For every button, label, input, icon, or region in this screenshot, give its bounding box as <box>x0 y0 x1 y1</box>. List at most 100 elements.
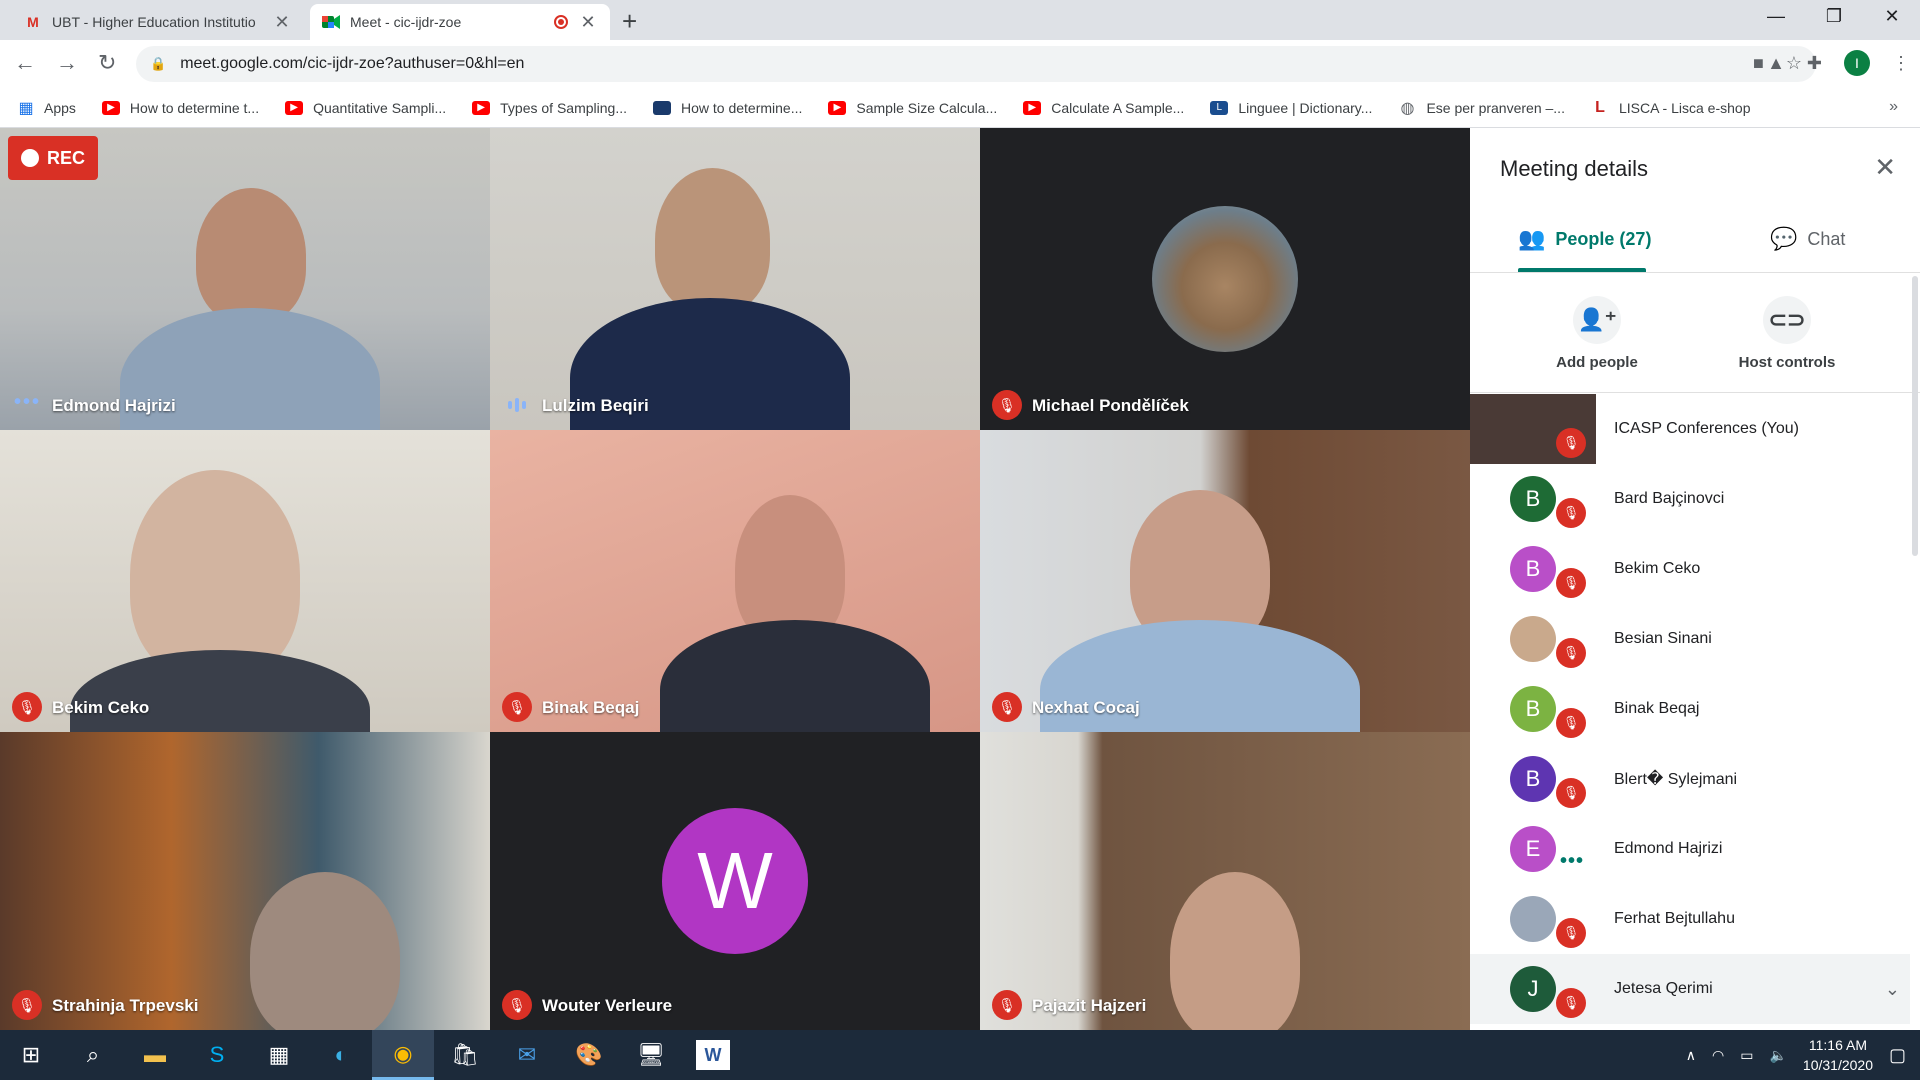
paint-icon[interactable]: 🎨 <box>558 1030 620 1080</box>
back-icon[interactable]: ← <box>14 50 36 76</box>
add-people-label: Add people <box>1556 354 1638 371</box>
participant-avatar <box>1510 616 1556 662</box>
chevron-down-icon[interactable]: ⌄ <box>1885 979 1900 1000</box>
host-controls-label: Host controls <box>1738 354 1836 371</box>
participant-list: 🎙 ICASP Conferences (You) B 🎙 Bard Bajçi… <box>1470 394 1910 1024</box>
bookmark-label: LISCA - Lisca e-shop <box>1618 99 1751 116</box>
bookmark-item[interactable]: ▶ Calculate A Sample... <box>1023 100 1184 116</box>
bookmark-label: How to determine t... <box>129 99 260 116</box>
globe-icon: ◍ <box>1400 99 1415 117</box>
participant-row[interactable]: 🎙 Ferhat Bejtullahu <box>1470 884 1910 954</box>
add-person-icon: 👤⁺ <box>1573 296 1621 344</box>
video-tile[interactable]: W 🎙 Wouter Verleure <box>490 732 980 1030</box>
muted-mic-icon: 🎙 <box>12 990 42 1020</box>
tab-chat-label: Chat <box>1807 228 1846 249</box>
video-tile[interactable]: 🎙 Nexhat Cocaj <box>980 430 1470 732</box>
bookmark-item[interactable]: L LISCA - Lisca e-shop <box>1591 98 1751 116</box>
video-tile[interactable]: 🎙 Bekim Ceko <box>0 430 490 732</box>
reload-icon[interactable]: ↻ <box>98 50 116 76</box>
video-tile[interactable]: 🎙 Michael Pondělíček <box>980 128 1470 430</box>
add-people-button[interactable]: 👤⁺ Add people <box>1522 296 1672 371</box>
forward-icon[interactable]: → <box>56 50 78 76</box>
bookmark-item[interactable]: ▶ How to determine t... <box>101 99 260 116</box>
close-tab-icon[interactable]: ✕ <box>578 12 598 33</box>
tab-meet[interactable]: Meet - cic-ijdr-zoe ✕ <box>310 4 610 40</box>
app-icon[interactable]: 🖥 <box>620 1030 682 1080</box>
bookmarks-bar: ▦ Apps ▶ How to determine t... ▶ Quantitati… <box>0 88 1920 128</box>
bookmark-item[interactable]: L Linguee | Dictionary... <box>1210 100 1372 116</box>
new-tab-icon[interactable]: + <box>622 6 637 37</box>
battery-icon[interactable]: ▭ <box>1740 1047 1753 1064</box>
url-text: meet.google.com/cic-ijdr-zoe?authuser=0&… <box>180 55 525 72</box>
host-controls-button[interactable]: ⊂⊃ Host controls <box>1712 296 1862 371</box>
skype-icon[interactable]: S <box>186 1030 248 1080</box>
participant-row[interactable]: 🎙 Besian Sinani <box>1470 604 1910 674</box>
bookmark-item[interactable]: ◍ Ese per pranveren –... <box>1398 99 1565 117</box>
chevron-up-icon[interactable]: ∧ <box>1686 1047 1696 1064</box>
rec-label: REC <box>46 147 85 168</box>
participant-row[interactable]: 🎙 ICASP Conferences (You) <box>1470 394 1910 464</box>
tab-gmail[interactable]: M UBT - Higher Education Institutio ✕ <box>12 4 304 40</box>
bookmark-label: Quantitative Sampli... <box>313 99 447 116</box>
clock[interactable]: 11:16 AM 10/31/2020 <box>1803 1035 1873 1075</box>
tab-chat[interactable]: 💬 Chat <box>1770 226 1845 252</box>
lisca-icon: L <box>1595 98 1605 116</box>
participant-row[interactable]: B 🎙 Blert� Sylejmani <box>1470 744 1910 814</box>
close-window-icon[interactable]: ✕ <box>1872 6 1912 27</box>
bookmark-item[interactable]: ▶ Types of Sampling... <box>472 100 627 116</box>
video-tile[interactable]: 🎙 Pajazit Hajzeri <box>980 732 1470 1030</box>
video-tile[interactable]: Lulzim Beqiri <box>490 128 980 430</box>
participant-row[interactable]: E ••• Edmond Hajrizi <box>1470 814 1910 884</box>
chat-icon: 💬 <box>1770 226 1798 251</box>
mail-icon[interactable]: ✉ <box>496 1030 558 1080</box>
participant-name: Blert� Sylejmani <box>1614 771 1738 788</box>
bookmark-item[interactable]: ▶ Quantitative Sampli... <box>285 100 446 116</box>
more-bookmarks-icon[interactable]: » <box>1889 98 1898 116</box>
volume-icon[interactable]: 🔈 <box>1769 1047 1786 1064</box>
bookmark-item[interactable]: How to determine... <box>653 100 802 116</box>
video-tile[interactable]: 🎙 Binak Beqaj <box>490 430 980 732</box>
more-dots-icon: ••• <box>14 391 42 413</box>
tab-people[interactable]: 👥 People (27) <box>1518 226 1651 252</box>
lock-icon[interactable]: 🔒 <box>150 56 166 72</box>
word-icon[interactable]: W <box>696 1040 730 1070</box>
bookmark-apps[interactable]: ▦ Apps <box>18 100 75 117</box>
linguee-icon: L <box>1210 100 1229 115</box>
muted-mic-icon: 🎙 <box>992 990 1022 1020</box>
close-panel-icon[interactable]: ✕ <box>1874 152 1896 183</box>
participant-row[interactable]: B 🎙 Binak Beqaj <box>1470 674 1910 744</box>
muted-mic-icon: 🎙 <box>1556 498 1586 528</box>
store-icon[interactable]: 🛍 <box>434 1030 496 1080</box>
close-tab-icon[interactable]: ✕ <box>272 12 292 33</box>
search-icon[interactable]: ⌕ <box>62 1030 124 1080</box>
calculator-icon[interactable]: ▦ <box>248 1030 310 1080</box>
chrome-icon[interactable]: ◉ <box>372 1030 434 1080</box>
menu-icon[interactable]: ⋮ <box>1892 53 1910 74</box>
notifications-icon[interactable]: ▢ <box>1889 1045 1906 1066</box>
participant-row[interactable]: B 🎙 Bard Bajçinovci <box>1470 464 1910 534</box>
bookmark-item[interactable]: ▶ Sample Size Calcula... <box>828 100 997 116</box>
wifi-icon[interactable]: ◠ <box>1712 1047 1724 1064</box>
participant-name: Binak Beqaj <box>542 698 640 717</box>
scrollbar[interactable] <box>1912 276 1918 556</box>
extensions-icon[interactable]: ✚ <box>1807 53 1822 74</box>
people-icon: 👥 <box>1518 226 1546 251</box>
profile-avatar[interactable]: I <box>1844 50 1870 76</box>
participant-row[interactable]: B 🎙 Bekim Ceko <box>1470 534 1910 604</box>
camera-icon[interactable]: ■ <box>1753 53 1764 74</box>
participant-row[interactable]: J 🎙 Jetesa Qerimi ⌄ <box>1470 954 1910 1024</box>
drive-icon[interactable]: ▲ <box>1767 53 1785 74</box>
toggle-icon: ⊂⊃ <box>1763 296 1811 344</box>
video-tile[interactable]: 🎙 Strahinja Trpevski <box>0 732 490 1030</box>
restore-icon[interactable]: ❐ <box>1814 6 1854 27</box>
participant-name: Binak Beqaj <box>1614 700 1700 717</box>
participant-name: Strahinja Trpevski <box>52 996 199 1015</box>
minimize-icon[interactable]: — <box>1756 6 1796 27</box>
address-bar[interactable]: 🔒 meet.google.com/cic-ijdr-zoe?authuser=… <box>136 46 1816 82</box>
muted-mic-icon: 🎙 <box>992 390 1022 420</box>
edge-icon[interactable]: ◐ <box>310 1030 372 1080</box>
start-icon[interactable]: ⊞ <box>0 1030 62 1080</box>
bookmark-label: Ese per pranveren –... <box>1426 99 1565 116</box>
gmail-icon: M <box>27 14 39 30</box>
file-explorer-icon[interactable]: ▬ <box>124 1030 186 1080</box>
